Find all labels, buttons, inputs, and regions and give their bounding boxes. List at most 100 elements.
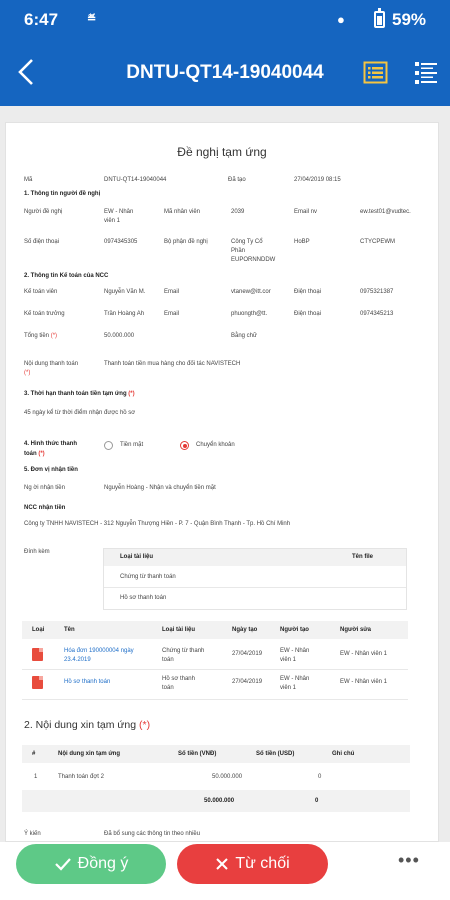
accountant-email-value: vtanew@itt.cor bbox=[231, 289, 271, 295]
requester-value-line2: viên 1 bbox=[104, 218, 121, 224]
files-col-name: Tên bbox=[64, 627, 75, 633]
section-recipient-title: 5. Đơn vị nhận tiền bbox=[24, 467, 78, 473]
files-col-editor: Người sửa bbox=[340, 627, 371, 633]
advance-row-usd: 0 bbox=[318, 774, 322, 780]
code-label: Mã bbox=[24, 177, 33, 183]
advance-row-content: Thanh toán đợt 2 bbox=[58, 774, 104, 780]
comment-label: Ý kiến bbox=[24, 831, 41, 837]
requester-label: Người đề nghị bbox=[24, 209, 63, 215]
files-col-doc-type: Loại tài liệu bbox=[162, 627, 196, 633]
phone-label: Số điện thoại bbox=[24, 239, 60, 245]
file-editor: EW - Nhân viên 1 bbox=[340, 679, 388, 685]
file-name-link[interactable]: Hóa đơn 190000004 ngày bbox=[64, 648, 134, 654]
check-icon bbox=[54, 858, 71, 871]
advance-col-usd: Số tiền (USD) bbox=[256, 751, 295, 757]
total-label: Tổng tiền (*) bbox=[24, 333, 58, 339]
department-value: Công Ty Cổ bbox=[231, 239, 263, 245]
department-value-line2: Phần bbox=[231, 248, 246, 254]
created-value: 27/04/2019 08:15 bbox=[294, 177, 341, 183]
status-bar: 6:47 ≝ ● 59% bbox=[0, 0, 450, 40]
battery-percent: 59% bbox=[392, 10, 427, 29]
advance-total-usd: 0 bbox=[315, 798, 319, 804]
divider bbox=[104, 587, 406, 588]
file-name-link[interactable]: Hồ sơ thanh toán bbox=[64, 679, 110, 685]
files-col-creator: Người tạo bbox=[280, 627, 309, 633]
advance-col-content: Nội dung xin tạm ứng bbox=[58, 751, 121, 757]
transfer-option-label: Chuyển khoản bbox=[196, 442, 235, 448]
transfer-radio[interactable] bbox=[180, 441, 189, 450]
department-label: Bộ phận đề nghị bbox=[164, 239, 208, 245]
approve-button[interactable]: Đồng ý bbox=[16, 844, 166, 884]
section-accountant-title: 2. Thông tin Kế toán của NCC bbox=[24, 273, 109, 279]
employee-email-value: ew.test01@vudtec. bbox=[360, 209, 411, 215]
supplier-value: Công ty TNHH NAVISTECH - 312 Nguyễn Thượ… bbox=[24, 521, 291, 527]
hobp-value: CTYCPEWM bbox=[360, 239, 395, 245]
files-col-date: Ngày tạo bbox=[232, 627, 258, 633]
chief-email-value: phuongth@tt. bbox=[231, 311, 268, 317]
more-options-icon[interactable]: ••• bbox=[398, 850, 420, 871]
file-creator: EW - Nhân bbox=[280, 676, 310, 682]
section-payment-method-title-line2: toán (*) bbox=[24, 451, 45, 457]
attachment-row: Chứng từ thanh toán bbox=[120, 574, 176, 580]
file-date: 27/04/2019 bbox=[232, 651, 263, 657]
advance-total-vnd: 50.000.000 bbox=[204, 798, 235, 804]
file-name-link-line2[interactable]: 23.4.2019 bbox=[64, 657, 91, 663]
list-icon[interactable] bbox=[414, 60, 438, 85]
advance-col-vnd: Số tiền (VNĐ) bbox=[178, 751, 217, 757]
accountant-value: Nguyễn Văn M. bbox=[104, 289, 146, 295]
section-requester-title: 1. Thông tin người đề nghị bbox=[24, 191, 101, 197]
divider bbox=[22, 669, 408, 670]
employee-email-label: Email nv bbox=[294, 209, 318, 215]
form-view-icon[interactable] bbox=[363, 60, 388, 85]
chief-phone-value: 0974345213 bbox=[360, 311, 394, 317]
supplier-label: NCC nhận tiền bbox=[24, 505, 66, 511]
chief-accountant-value: Trần Hoàng Ah bbox=[104, 311, 145, 317]
advance-content-heading: 2. Nội dung xin tạm ứng (*) bbox=[24, 719, 151, 731]
requester-value: EW - Nhân bbox=[104, 209, 134, 215]
files-table: Loại Tên Loại tài liệu Ngày tạo Người tạ… bbox=[22, 621, 408, 703]
attachment-col-file: Tên file bbox=[352, 554, 374, 560]
attachment-label: Đính kèm bbox=[24, 549, 50, 555]
attachment-col-type: Loại tài liệu bbox=[120, 554, 154, 560]
file-date: 27/04/2019 bbox=[232, 679, 263, 685]
app-bar: DNTU-QT14-19040044 bbox=[0, 40, 450, 106]
required-marker: (*) bbox=[24, 370, 31, 376]
reject-label: Từ chối bbox=[235, 855, 290, 872]
document-title: Đề nghị tạm ứng bbox=[177, 145, 267, 159]
accountant-email-label: Email bbox=[164, 289, 180, 295]
pdf-icon bbox=[32, 648, 43, 661]
file-editor: EW - Nhân viên 1 bbox=[340, 651, 388, 657]
advance-col-index: # bbox=[32, 751, 36, 757]
advance-row-index: 1 bbox=[34, 774, 38, 780]
cash-radio[interactable] bbox=[104, 441, 113, 450]
accountant-phone-value: 0975321387 bbox=[360, 289, 394, 295]
file-creator-line2: viên 1 bbox=[280, 657, 297, 663]
hobp-label: HoBP bbox=[294, 239, 310, 245]
payment-content-label: Nội dung thanh toán bbox=[24, 361, 79, 367]
request-document: Đề nghị tạm ứng Mã DNTU-QT14-19040044 Đã… bbox=[5, 122, 439, 842]
news-icon: ≝ bbox=[87, 13, 97, 25]
advance-content-table: # Nội dung xin tạm ứng Số tiền (VNĐ) Số … bbox=[22, 745, 410, 815]
pdf-icon bbox=[32, 676, 43, 689]
reject-button[interactable]: Từ chối bbox=[177, 844, 328, 884]
employee-id-label: Mã nhân viên bbox=[164, 209, 201, 215]
notification-dot-icon: ● bbox=[337, 12, 345, 27]
chief-phone-label: Điện thoại bbox=[294, 311, 322, 317]
deadline-value: 45 ngày kể từ thời điểm nhận được hồ sơ bbox=[24, 410, 136, 416]
file-creator-line2: viên 1 bbox=[280, 685, 297, 691]
chief-accountant-label: Kế toán trưởng bbox=[24, 311, 65, 317]
battery-icon bbox=[374, 8, 385, 28]
recipient-value: Nguyễn Hoàng - Nhận và chuyển tiền mặt bbox=[104, 485, 216, 491]
created-label: Đã tạo bbox=[228, 177, 246, 183]
advance-col-note: Ghi chú bbox=[332, 751, 355, 757]
employee-id-value: 2039 bbox=[231, 209, 245, 215]
department-value-line3: EUPORNNDDW bbox=[231, 257, 276, 263]
code-value: DNTU-QT14-19040044 bbox=[104, 177, 167, 183]
file-creator: EW - Nhân bbox=[280, 648, 310, 654]
close-icon bbox=[216, 858, 229, 870]
total-value: 50.000.000 bbox=[104, 333, 135, 339]
payment-content-value: Thanh toán tiền mua hàng cho đối tác NAV… bbox=[104, 361, 241, 367]
cash-option-label: Tiền mặt bbox=[120, 442, 144, 448]
section-deadline-title: 3. Thời hạn thanh toán tiền tạm ứng (*) bbox=[24, 391, 135, 397]
comment-value: Đã bổ sung các thông tin theo nhiều bbox=[104, 831, 201, 837]
